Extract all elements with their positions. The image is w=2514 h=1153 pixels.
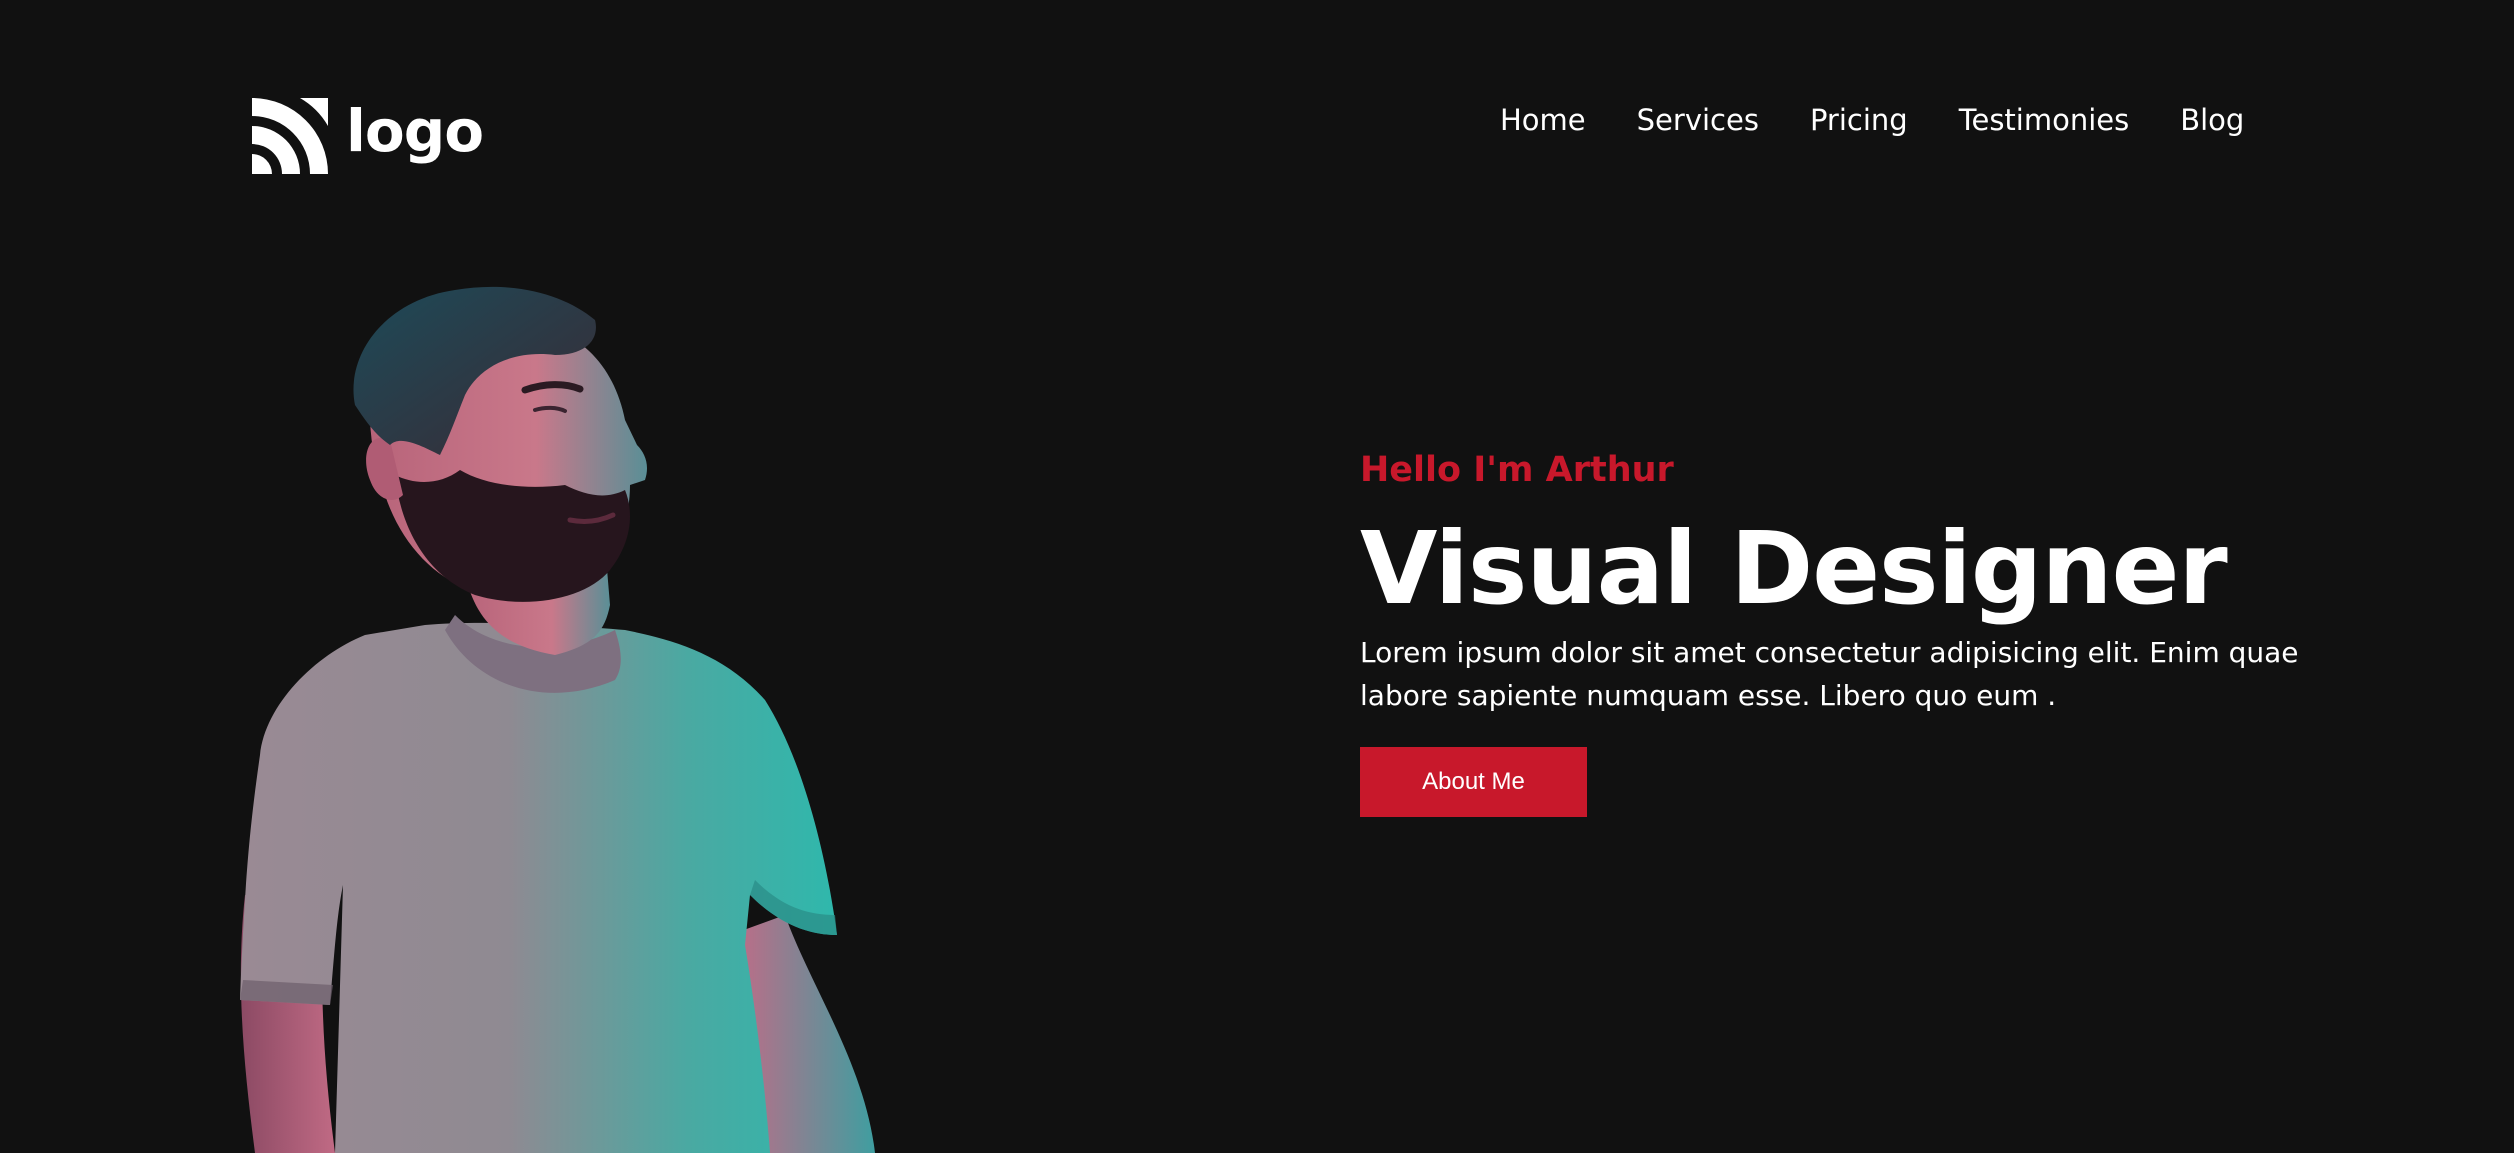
nav-item-home[interactable]: Home [1500, 100, 1586, 140]
logo-link[interactable]: logo [252, 97, 484, 174]
nav-item-testimonies[interactable]: Testimonies [1959, 100, 2130, 140]
landing-page: logo Home Services Pricing Testimonies B… [0, 0, 2514, 1153]
nav-item-pricing[interactable]: Pricing [1810, 100, 1908, 140]
hero-greeting: Hello I'm Arthur [1360, 450, 1674, 490]
logo-icon [252, 98, 328, 174]
hero-description: Lorem ipsum dolor sit amet consectetur a… [1360, 636, 2299, 712]
logo-text: logo [346, 97, 484, 165]
hero-headline: Visual Designer [1360, 510, 2228, 627]
nav-item-services[interactable]: Services [1637, 100, 1759, 140]
nav-item-blog[interactable]: Blog [2180, 100, 2244, 140]
portrait-image [240, 286, 875, 1153]
hero-section: Hello I'm Arthur Visual Designer Lorem i… [1360, 445, 2360, 817]
main-nav: Home Services Pricing Testimonies Blog [1500, 100, 2244, 140]
about-me-button[interactable]: About Me [1360, 747, 1587, 817]
